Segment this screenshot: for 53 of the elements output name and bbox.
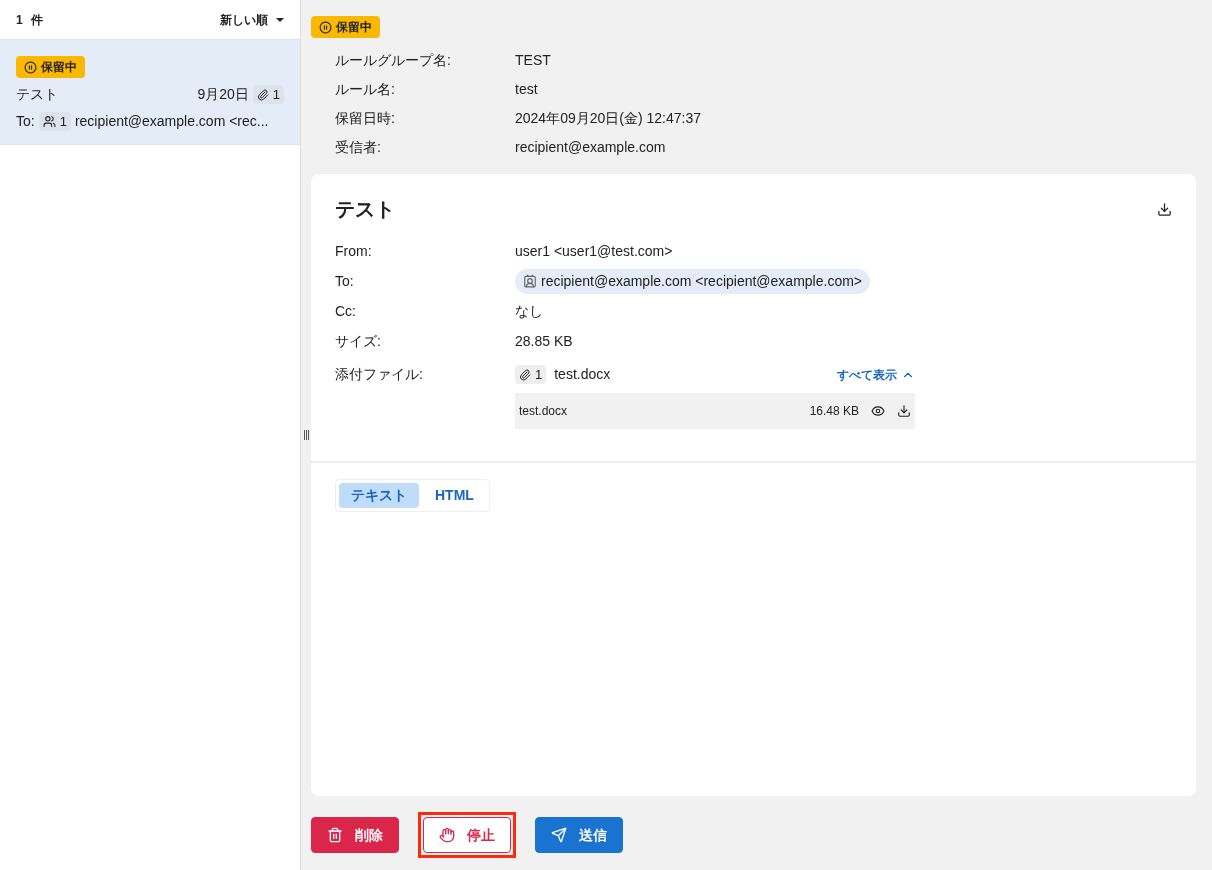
file-size: 16.48 KB [809,403,859,420]
mail-field-label: To: [335,271,355,291]
info-label: ルールグループ名: [335,51,452,70]
download-button[interactable] [897,404,911,418]
mail-field-value: 28.85 KB [515,331,573,351]
info-value: test [515,80,538,99]
paperclip-icon [519,368,531,381]
trash-icon [327,827,343,843]
people-icon [42,115,56,128]
to-label: To: [16,112,35,131]
resize-handle-icon[interactable] [303,430,309,440]
info-label: 受信者: [335,138,382,157]
count-unit: 件 [30,11,43,29]
mail-field-label: Cc: [335,301,357,321]
message-item[interactable]: 保留中 テスト 9月20日 1 To: 1 recipient@example.com <rec... [0,40,300,145]
file-name: test.docx [519,403,568,420]
mail-field-label: サイズ: [335,331,382,351]
pause-icon [319,20,332,34]
status-badge: 保留中 [311,16,380,38]
info-value: TEST [515,51,551,70]
download-button[interactable] [1157,201,1172,217]
action-button[interactable]: 停止 [423,817,511,853]
view-tab[interactable]: HTML [423,483,486,508]
hand-icon [439,827,455,843]
view-tab[interactable]: テキスト [339,483,419,508]
recipient-address: recipient@example.com <rec... [74,112,269,131]
attachment-name: test.docx [554,365,611,384]
attachment-count: 1 [515,364,547,385]
mail-field-value: なし [515,301,543,321]
caret-icon [276,17,284,22]
mail-field-label: 添付ファイル: [335,365,424,384]
info-value: 2024年09月20日(金) 12:47:37 [515,109,701,128]
info-label: ルール名: [335,80,396,99]
result-count: 1 [16,11,23,29]
message-date: 9月20日 [197,85,249,104]
mail-field-value: user1 <user1@test.com> [515,241,673,261]
paper-plane-icon [551,827,567,843]
paperclip-icon [256,88,269,101]
recipient-count: 1 [38,111,71,132]
action-button[interactable]: 送信 [535,817,623,853]
status-badge: 保留中 [16,56,85,78]
action-button[interactable]: 削除 [311,817,399,853]
info-value: recipient@example.com [515,138,666,157]
mail-field-label: From: [335,241,373,261]
info-label: 保留日時: [335,109,396,128]
recipient-chip[interactable]: recipient@example.com <recipient@example.com> [515,268,870,294]
pause-icon [24,60,37,74]
sort-dropdown[interactable]: 新しい順 [220,10,284,29]
preview-button[interactable] [871,404,885,418]
mail-subject: テスト [335,197,395,222]
message-subject: テスト [16,85,58,104]
attachment-count: 1 [252,84,284,105]
show-all-link[interactable]: すべて表示 [837,365,915,384]
